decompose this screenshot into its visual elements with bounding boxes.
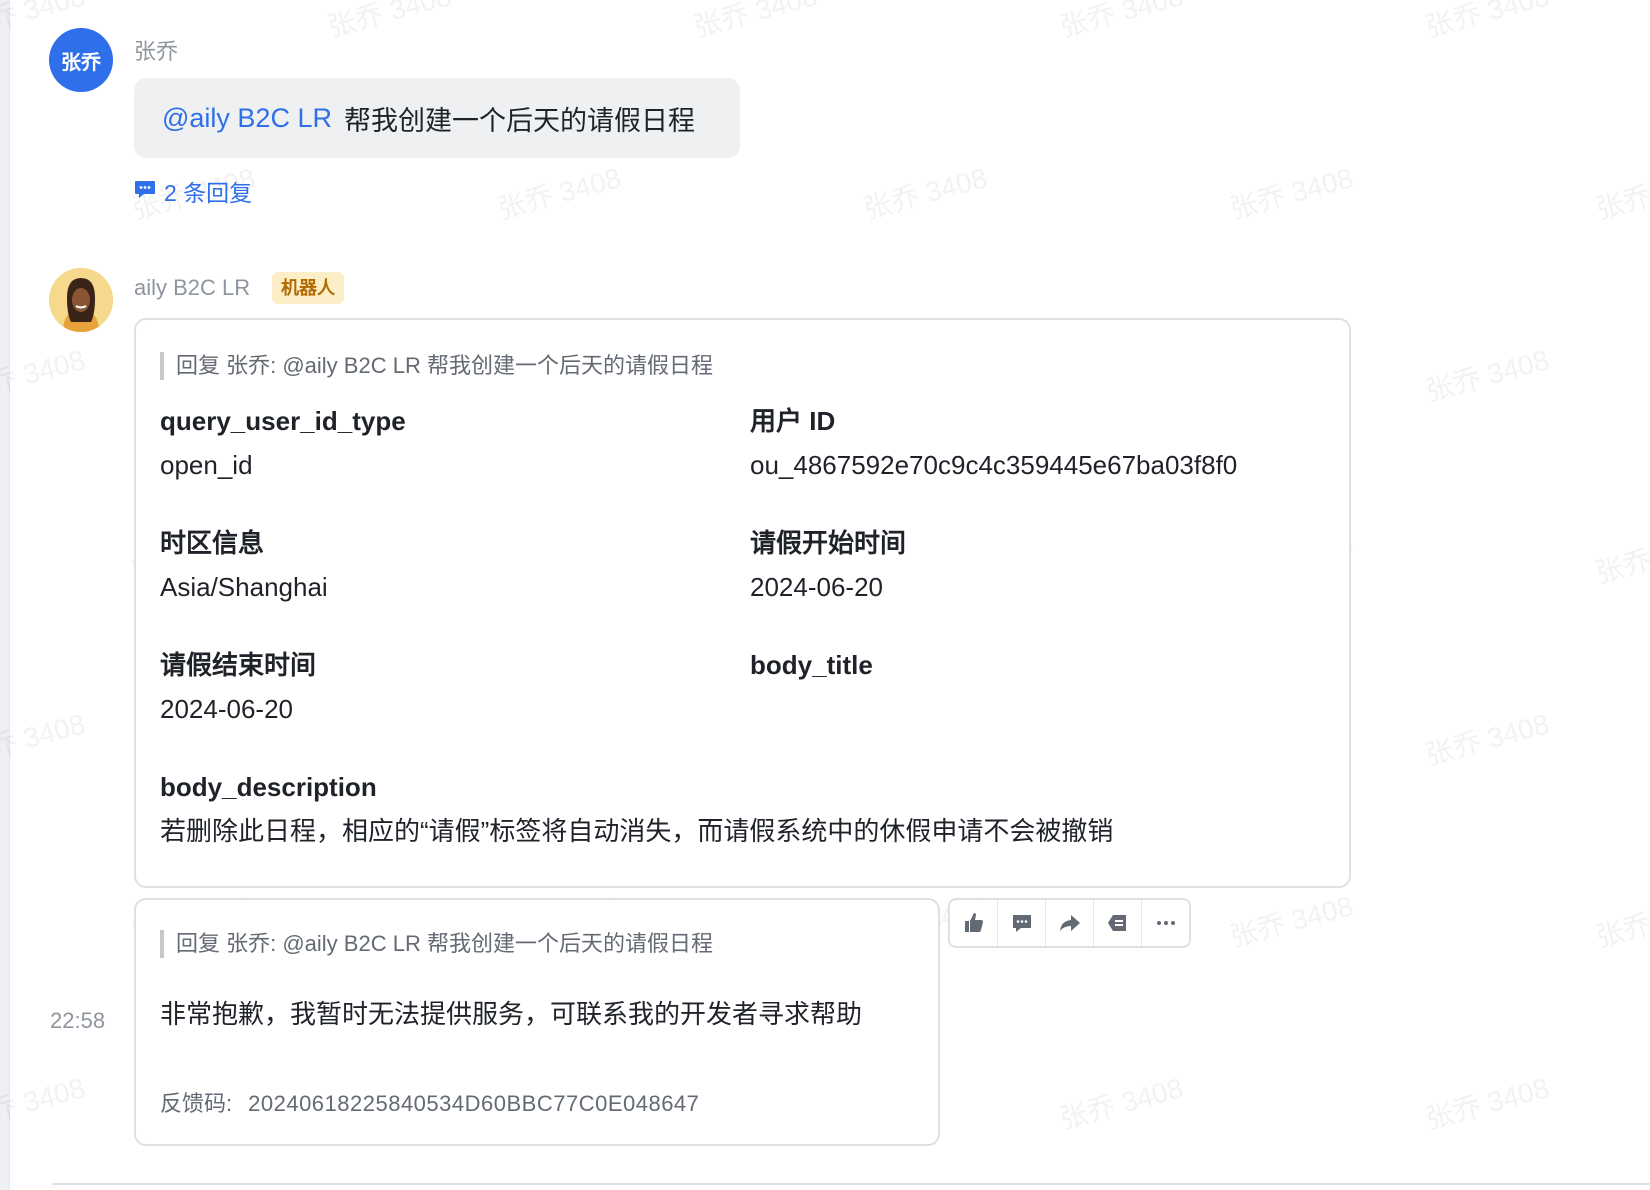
field-label: 请假开始时间 (750, 528, 907, 558)
field-user-id: 用户 ID ou_4867592e70c9c4c359445e67ba03f8f… (750, 404, 1237, 482)
bot-avatar-illustration (49, 268, 113, 332)
watermark-text: 张乔 3408 (1422, 1072, 1553, 1135)
field-value: open_id (160, 450, 253, 480)
bot-name[interactable]: aily B2C LR (134, 275, 250, 301)
user-message-bubble[interactable]: @aily B2C LR 帮我创建一个后天的请假日程 (134, 78, 740, 158)
user-avatar[interactable]: 张乔 (49, 28, 113, 92)
card-quote[interactable]: 回复 张乔: @aily B2C LR 帮我创建一个后天的请假日程 (160, 930, 713, 958)
field-value: ou_4867592e70c9c4c359445e67ba03f8f0 (750, 450, 1238, 480)
user-name[interactable]: 张乔 (134, 34, 178, 66)
watermark-text: 张乔 3408 (1422, 344, 1553, 407)
bot-avatar[interactable] (49, 268, 113, 332)
field-label: 请假结束时间 (160, 650, 317, 680)
field-value: 2024-06-20 (750, 572, 883, 602)
watermark-text: 张乔 3408 (0, 1072, 89, 1135)
bot-card-parameters: 回复 张乔: @aily B2C LR 帮我创建一个后天的请假日程 query_… (134, 318, 1351, 888)
more-icon[interactable] (1142, 900, 1189, 946)
error-message-text: 非常抱歉，我暂时无法提供服务，可联系我的开发者寻求帮助 (160, 999, 863, 1029)
field-body-title: body_title (750, 648, 873, 726)
watermark-text: 张乔 3408 (1592, 162, 1650, 225)
watermark-text: 张乔 3408 (494, 162, 625, 225)
watermark-text: 张乔 3408 (860, 162, 991, 225)
bot-badge: 机器人 (272, 272, 344, 304)
reply-count-link[interactable]: 2 条回复 (134, 176, 252, 206)
watermark-text: 张乔 3408 (1226, 162, 1357, 225)
field-query-user-id-type: query_user_id_type open_id (160, 404, 406, 482)
user-message-text: 帮我创建一个后天的请假日程 (343, 105, 695, 136)
watermark-text: 张乔 3408 (1422, 0, 1553, 43)
feedback-code-value: 20240618225840534D60BBC77C0E048647 (248, 1091, 700, 1116)
card-quote[interactable]: 回复 张乔: @aily B2C LR 帮我创建一个后天的请假日程 (160, 352, 713, 380)
reply-count-text: 2 条回复 (164, 180, 253, 206)
bot-mention[interactable]: @aily B2C LR (162, 103, 332, 134)
watermark-text: 张乔 3408 (1592, 890, 1650, 953)
quote-reply-icon[interactable] (1094, 900, 1142, 946)
field-label: 用户 ID (750, 406, 836, 436)
field-label: 时区信息 (160, 528, 265, 558)
field-label: query_user_id_type (160, 406, 406, 436)
watermark-text: 张乔 3408 (1592, 526, 1650, 589)
field-timezone: 时区信息 Asia/Shanghai (160, 526, 328, 604)
feedback-code: 反馈码: 20240618225840534D60BBC77C0E048647 (160, 1086, 699, 1118)
field-leave-start: 请假开始时间 2024-06-20 (750, 526, 906, 604)
field-body-description: body_description 若删除此日程，相应的“请假”标签将自动消失，而… (160, 770, 1113, 848)
watermark-text: 张乔 3408 (0, 708, 89, 771)
field-label: body_description (160, 772, 377, 802)
watermark-text: 张乔 3408 (0, 344, 89, 407)
feedback-label: 反馈码: (160, 1091, 233, 1116)
field-label: body_title (750, 650, 873, 680)
field-value (750, 692, 873, 726)
bot-card-error: 回复 张乔: @aily B2C LR 帮我创建一个后天的请假日程 非常抱歉，我… (134, 898, 940, 1146)
field-value: 若删除此日程，相应的“请假”标签将自动消失，而请假系统中的休假申请不会被撤销 (160, 816, 1114, 846)
thread-icon (134, 178, 156, 205)
user-avatar-text: 张乔 (61, 51, 101, 74)
watermark-text: 张乔 3408 (1056, 0, 1187, 43)
chat-page: 张乔 3408 张乔 3408 张乔 3408 张乔 3408 张乔 3408 张乔 34… (0, 0, 1650, 1190)
left-rail (0, 0, 10, 1190)
field-leave-end: 请假结束时间 2024-06-20 (160, 648, 316, 726)
message-action-bar (948, 898, 1191, 948)
field-value: 2024-06-20 (160, 694, 293, 724)
reply-comment-icon[interactable] (998, 900, 1046, 946)
forward-icon[interactable] (1046, 900, 1094, 946)
message-timestamp: 22:58 (50, 1008, 106, 1033)
watermark-text: 张乔 3408 (1226, 890, 1357, 953)
watermark-text: 张乔 3408 (1056, 1072, 1187, 1135)
input-area-edge (52, 1183, 1650, 1185)
field-value: Asia/Shanghai (160, 572, 328, 602)
watermark-text: 张乔 3408 (324, 0, 455, 43)
thumbs-up-icon[interactable] (950, 900, 998, 946)
watermark-text: 张乔 3408 (690, 0, 821, 43)
watermark-text: 张乔 3408 (1422, 708, 1553, 771)
